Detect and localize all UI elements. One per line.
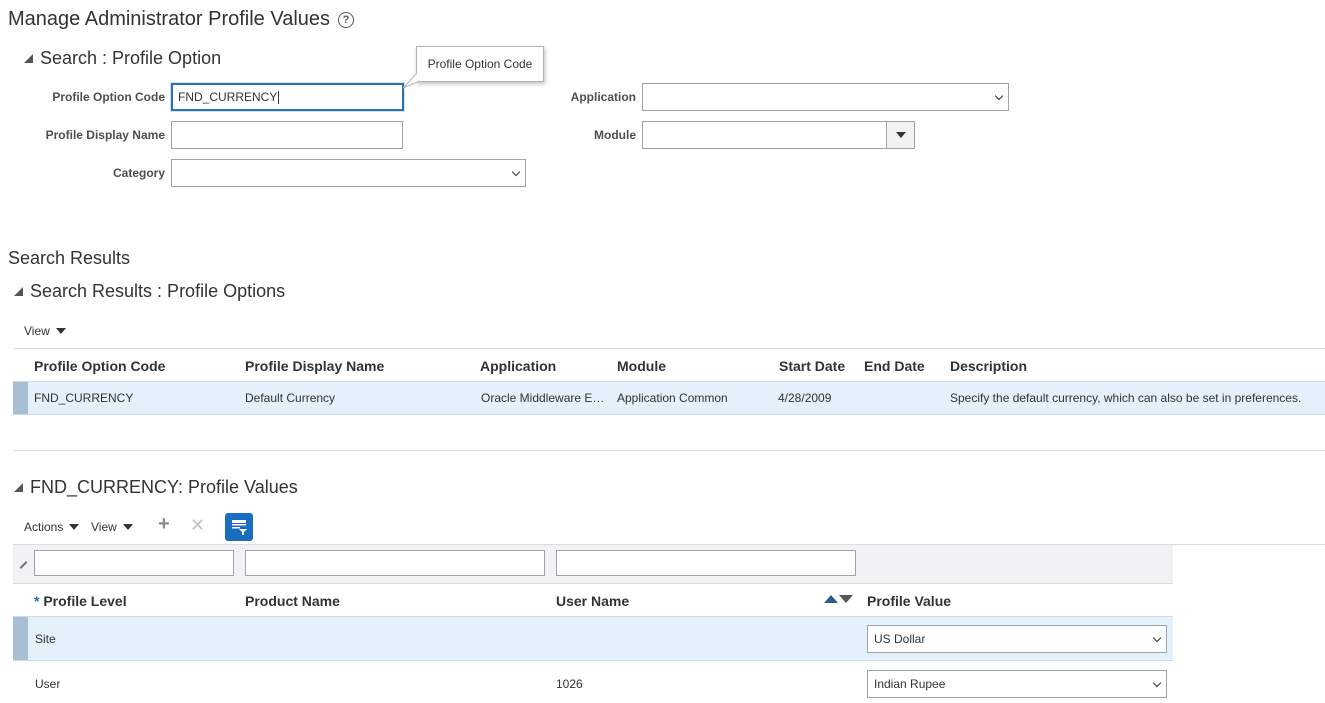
chevron-down-icon <box>511 167 521 176</box>
module-input[interactable] <box>643 122 886 148</box>
view-menu-label: View <box>24 324 50 338</box>
dropdown-arrow-icon <box>122 524 133 530</box>
profile-values-section-header[interactable]: FND_CURRENCY: Profile Values <box>14 477 298 498</box>
sort-descending-icon[interactable] <box>839 595 853 603</box>
values-view-menu[interactable]: View <box>91 520 133 534</box>
col-end-date[interactable]: End Date <box>864 358 925 374</box>
filter-user-name-input[interactable] <box>556 550 856 576</box>
sort-ascending-icon[interactable] <box>824 595 838 603</box>
filter-product-name-input[interactable] <box>245 550 545 576</box>
actions-menu[interactable]: Actions <box>24 520 80 534</box>
cell-profile-level: User <box>35 677 61 691</box>
profile-option-code-label: Profile Option Code <box>52 90 165 104</box>
help-icon[interactable]: ? <box>338 11 355 28</box>
col-module[interactable]: Module <box>617 358 666 374</box>
search-results-section-header[interactable]: Search Results : Profile Options <box>14 281 285 302</box>
tooltip-text: Profile Option Code <box>427 57 533 71</box>
dropdown-arrow-icon <box>69 524 80 530</box>
search-results-title: Search Results <box>8 248 131 268</box>
search-results-section-title: Search Results : Profile Options <box>30 281 286 301</box>
profile-value-select[interactable]: Indian Rupee <box>867 670 1167 698</box>
required-indicator: * <box>34 593 40 609</box>
filter-icon <box>232 520 247 535</box>
col-profile-level[interactable]: * Profile Level <box>34 593 127 609</box>
text-caret <box>278 90 280 104</box>
cell-profile-level: Site <box>35 632 56 646</box>
cell-code: FND_CURRENCY <box>34 391 134 405</box>
profile-option-code-value: FND_CURRENCY <box>178 90 278 104</box>
pencil-icon <box>19 561 28 569</box>
col-user-name[interactable]: User Name <box>556 593 629 609</box>
module-combobox[interactable] <box>642 121 915 149</box>
dropdown-arrow-icon <box>55 328 66 334</box>
profile-value-text: US Dollar <box>874 632 926 646</box>
chevron-down-icon <box>994 91 1004 100</box>
col-start-date[interactable]: Start Date <box>779 358 845 374</box>
add-icon[interactable]: + <box>158 513 170 536</box>
col-profile-display-name[interactable]: Profile Display Name <box>245 358 384 374</box>
chevron-down-icon <box>1152 633 1162 642</box>
results-view-menu[interactable]: View <box>24 324 66 338</box>
search-section-title: Search : Profile Option <box>40 48 222 68</box>
tooltip-pointer <box>402 72 421 89</box>
cell-module: Application Common <box>617 391 728 405</box>
row-selection-indicator[interactable] <box>13 617 28 660</box>
col-profile-option-code[interactable]: Profile Option Code <box>34 358 165 374</box>
profile-value-text: Indian Rupee <box>874 677 946 691</box>
category-select[interactable] <box>171 159 526 187</box>
page-title: Manage Administrator Profile Values ? <box>8 8 355 31</box>
module-label: Module <box>594 128 636 142</box>
profile-display-name-input[interactable] <box>171 121 403 149</box>
application-label: Application <box>570 90 636 104</box>
collapse-triangle-icon[interactable] <box>24 54 33 63</box>
delete-icon[interactable]: ✕ <box>190 515 205 536</box>
module-dropdown-button[interactable] <box>886 122 914 148</box>
sort-controls[interactable] <box>824 595 853 603</box>
cell-display-name: Default Currency <box>245 391 336 405</box>
section-divider <box>13 450 1325 451</box>
col-application[interactable]: Application <box>480 358 556 374</box>
header-divider <box>13 583 1173 584</box>
cell-user-name: 1026 <box>556 677 583 691</box>
tooltip: Profile Option Code <box>416 46 544 82</box>
col-profile-value[interactable]: Profile Value <box>867 593 951 609</box>
collapse-triangle-icon[interactable] <box>14 287 23 296</box>
cell-application: Oracle Middleware Extensions for Applica… <box>481 391 607 405</box>
profile-values-section-title: FND_CURRENCY: Profile Values <box>30 477 298 497</box>
profile-display-name-label: Profile Display Name <box>45 128 165 142</box>
view-menu-label: View <box>91 520 117 534</box>
row-selection-indicator[interactable] <box>13 382 28 414</box>
application-select[interactable] <box>642 83 1009 111</box>
search-section-header[interactable]: Search : Profile Option <box>24 48 221 69</box>
col-profile-level-label: Profile Level <box>43 593 127 609</box>
profile-value-select[interactable]: US Dollar <box>867 625 1167 653</box>
page-title-text: Manage Administrator Profile Values <box>8 8 331 30</box>
filter-profile-level-input[interactable] <box>34 550 234 576</box>
table-top-border <box>13 348 1325 349</box>
cell-start-date: 4/28/2009 <box>778 391 832 405</box>
chevron-down-icon <box>1152 678 1162 687</box>
col-description[interactable]: Description <box>950 358 1027 374</box>
category-label: Category <box>112 166 165 180</box>
dropdown-arrow-icon <box>895 132 906 138</box>
collapse-triangle-icon[interactable] <box>14 483 23 492</box>
query-by-example-button[interactable] <box>225 513 253 541</box>
actions-menu-label: Actions <box>24 520 64 534</box>
cell-description: Specify the default currency, which can … <box>950 391 1302 405</box>
profile-option-code-input[interactable]: FND_CURRENCY <box>171 83 404 111</box>
col-product-name[interactable]: Product Name <box>245 593 340 609</box>
